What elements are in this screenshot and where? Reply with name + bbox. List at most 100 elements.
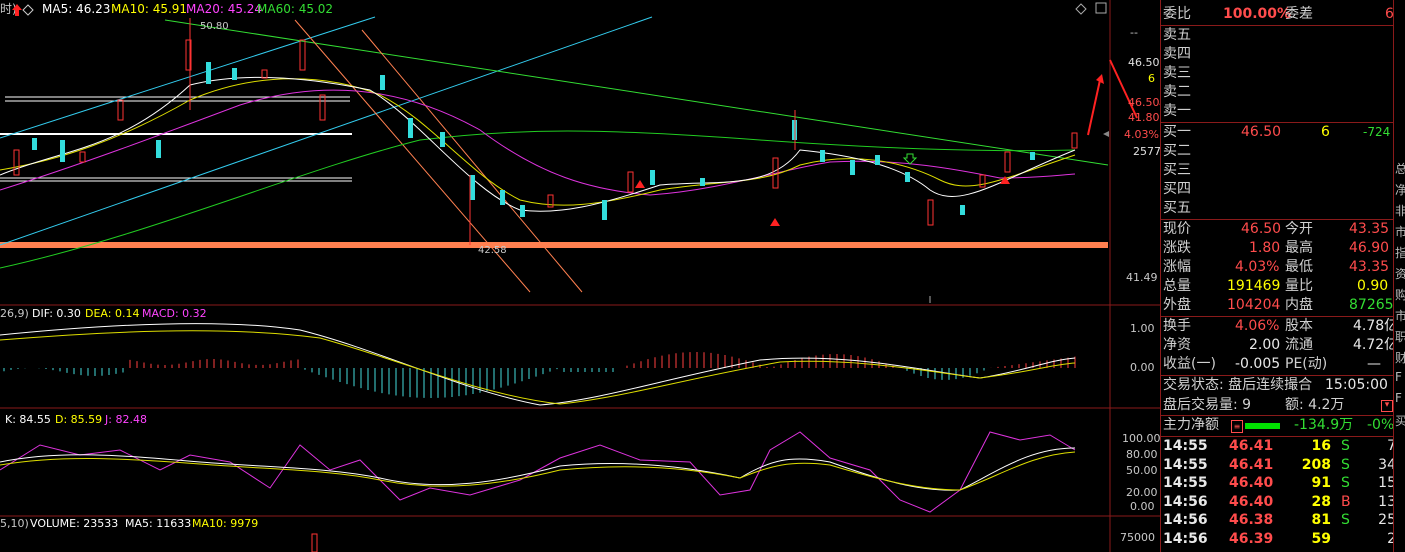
sell-row[interactable]: 卖三 [1161,64,1394,83]
axis-label: 1.00 [1130,322,1155,335]
vol-ma10-label: MA10: 9979 [192,517,258,530]
stats-value: — [1367,356,1381,372]
tick-row: 14:55 46.41 16 S 7 [1161,437,1396,456]
tick-price: 46.40 [1229,475,1274,492]
axis-label: 2577 [1133,145,1160,158]
tick-vol: 59 [1311,531,1331,547]
tick-time: 14:55 [1163,438,1208,454]
side-tab-char[interactable]: 买 [1395,412,1405,429]
side-tabs[interactable]: 总净非市指资购市职财FF买 [1393,0,1405,552]
side-tab-char[interactable]: 市 [1395,307,1405,324]
side-tab-char[interactable]: F [1395,391,1402,405]
settings-diamond-icon[interactable] [1075,3,1087,15]
axis-label: 46.50 [1128,56,1160,69]
buy-row[interactable]: 买一 46.50 6 -724 [1161,123,1394,142]
buy-label: 买四 [1163,181,1191,197]
quote-value: 46.50 [1241,221,1282,237]
quote-label: 外盘 [1163,297,1191,313]
trend-channel-upper [0,16,376,139]
main-flow-pct: -0% [1367,417,1395,433]
quote-label: 总量 [1163,278,1191,294]
stats-value: 2.00 [1249,337,1281,353]
expand-icon[interactable]: ▾ [1381,400,1393,412]
d-line [0,451,1076,491]
ma5-label: MA5: 46.23 [42,2,110,16]
diamond-icon[interactable] [22,4,34,16]
axis-label: 46.50 [1128,96,1160,109]
ma10-label: MA10: 45.91 [111,2,187,16]
side-tab-char[interactable]: 资 [1395,265,1405,282]
axis-label: -- [1130,26,1138,39]
window-toggle-icon[interactable] [1095,2,1107,14]
buy-label: 买二 [1163,143,1191,159]
after-hours-amount: 额: 4.2万 [1285,397,1345,413]
kline-chart[interactable]: 50.80 42.58 时) MA5: 46.23 MA10: 45.91 MA… [0,0,1160,552]
volume-label: VOLUME: 23533 [30,517,118,530]
stats-row: 收益(一) -0.005 PE(动) — [1161,355,1394,374]
dif-label: DIF: 0.30 [32,307,81,320]
buy-arrow-icon [635,180,645,188]
main-flow-value: -134.9万 [1294,417,1354,433]
quote-label: 涨跌 [1163,240,1191,256]
flow-detail-icon[interactable]: ≡ [1231,420,1243,433]
buy-row[interactable]: 买三 [1161,161,1394,180]
tick-vol: 28 [1311,493,1331,510]
side-tab-char[interactable]: 购 [1395,286,1405,303]
side-tab-char[interactable]: 指 [1395,244,1405,261]
stats-label: 换手 [1163,318,1191,334]
vol-prefix: 5,10) [0,517,29,530]
buy-volume: 6 [1321,124,1330,140]
axis-label: 50.00 [1126,464,1158,477]
quote-value: 87265 [1349,297,1394,313]
wei-bi-label: 委比 [1163,6,1191,22]
wei-bi-value: 100.00% [1223,6,1292,22]
side-tab-char[interactable]: F [1395,370,1402,384]
sell-row[interactable]: 卖一 [1161,102,1394,121]
side-tab-char[interactable]: 总 [1395,160,1405,177]
quote-label: 现价 [1163,221,1191,237]
buy-row[interactable]: 买五 [1161,199,1394,218]
d-label: D: 85.59 [55,413,102,426]
j-label: J: 82.48 [104,413,147,426]
stats-label: PE(动) [1285,356,1328,372]
quote-row: 涨跌 1.80 最高 46.90 [1161,239,1394,258]
tick-time: 14:56 [1163,512,1208,529]
side-tab-char[interactable]: 市 [1395,223,1405,240]
buy-row[interactable]: 买四 [1161,180,1394,199]
side-tab-char[interactable]: 净 [1395,181,1405,198]
dea-label: DEA: 0.14 [85,307,139,320]
axis-label: 41.49 [1126,271,1158,284]
flow-bar [1245,423,1280,429]
sell-label: 卖三 [1163,65,1191,81]
macd-prefix: 26,9) [0,307,29,320]
quote-value: 1.80 [1249,240,1281,256]
sell-arrow-icon [902,153,918,165]
stats-row: 换手 4.06% 股本 4.78亿 [1161,317,1398,336]
side-tab-char[interactable]: 非 [1395,202,1405,219]
tick-time: 14:55 [1163,456,1208,473]
sell-row[interactable]: 卖二 [1161,83,1394,102]
quote-label: 最低 [1285,259,1313,275]
quote-value: 0.90 [1357,278,1389,294]
side-tab-char[interactable]: 职 [1395,328,1405,345]
trading-time: 15:05:00 [1325,377,1388,393]
tick-side: S [1341,512,1350,529]
quote-value: 4.03% [1235,259,1280,275]
ma60-label: MA60: 45.02 [257,2,333,16]
quote-row: 涨幅 4.03% 最低 43.35 [1161,258,1394,277]
wei-bi-row: 委比 100.00% 委差 6 [1161,5,1394,24]
buy-arrow-icon [770,218,780,226]
tick-price: 46.39 [1229,531,1274,547]
stats-label: 股本 [1285,318,1313,334]
tick-side: S [1341,475,1350,492]
axis-label: 4.03% [1124,128,1159,141]
buy-row[interactable]: 买二 [1161,142,1394,161]
tick-vol: 16 [1311,438,1331,454]
stats-value: -0.005 [1235,356,1281,372]
side-tab-char[interactable]: 财 [1395,349,1405,366]
sell-row[interactable]: 卖四 [1161,45,1394,64]
sell-label: 卖五 [1163,27,1191,43]
sell-row[interactable]: 卖五 [1161,26,1394,45]
quote-panel: 委比 100.00% 委差 6 卖五 卖四 卖三 卖二 卖一 买一 46.50 … [1160,0,1398,552]
tick-price: 46.41 [1229,456,1274,473]
